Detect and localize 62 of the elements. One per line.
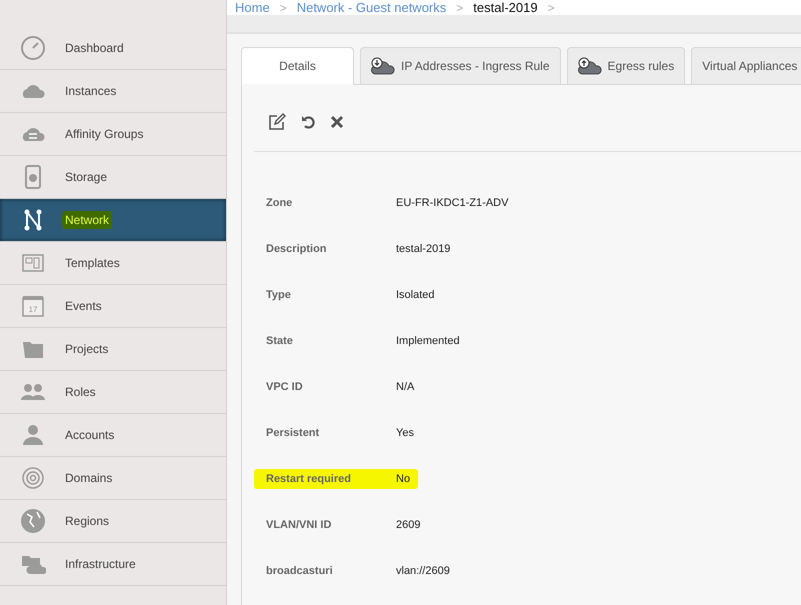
detail-value: No: [396, 473, 410, 485]
detail-label: Description: [266, 243, 328, 255]
sidebar-item-label: Domains: [64, 470, 114, 487]
detail-value: Isolated: [396, 289, 435, 301]
remove-button[interactable]: [330, 115, 344, 129]
sidebar-item[interactable]: Infrastructure: [0, 543, 226, 586]
sidebar-item-label: Templates: [64, 255, 121, 272]
detail-label: Type: [266, 289, 292, 301]
detail-value: testal-2019: [396, 243, 450, 255]
sidebar-item-label: Dashboard: [64, 40, 125, 57]
detail-label: Zone: [266, 197, 294, 209]
edit-icon: [268, 113, 286, 131]
restart-button[interactable]: [300, 114, 316, 130]
sidebar-item-label: Affinity Groups: [64, 126, 144, 143]
detail-label: VPC ID: [266, 381, 304, 393]
sidebar-item-label: Instances: [64, 83, 118, 100]
sidebar-item[interactable]: Affinity Groups: [0, 113, 226, 156]
edit-button[interactable]: [268, 113, 286, 131]
restart-icon: [300, 114, 316, 130]
sidebar-item-label: Projects: [64, 341, 110, 358]
sidebar-item[interactable]: Network: [0, 199, 226, 242]
sidebar-item-label: Roles: [64, 384, 97, 401]
sidebar-item[interactable]: Roles: [0, 371, 226, 414]
cloud-download-icon: [371, 57, 395, 75]
detail-value: Implemented: [396, 335, 460, 347]
detail-value: EU-FR-IKDC1-Z1-ADV: [396, 197, 508, 209]
tab[interactable]: Virtual Appliances: [691, 47, 801, 85]
sidebar-item[interactable]: Instances: [0, 70, 226, 113]
target-icon: [20, 465, 46, 491]
sidebar-item[interactable]: Dashboard: [0, 27, 226, 70]
sidebar-item[interactable]: 17 Events: [0, 285, 226, 328]
sidebar-item-label: Infrastructure: [64, 556, 137, 573]
detail-value: vlan://2609: [396, 565, 450, 577]
detail-label: State: [266, 335, 294, 347]
detail-label: Restart required: [266, 473, 352, 485]
tab[interactable]: Details: [241, 47, 354, 85]
sidebar-item[interactable]: Templates: [0, 242, 226, 285]
detail-value: N/A: [396, 381, 414, 393]
sidebar-item-label: Regions: [64, 513, 110, 530]
tab[interactable]: Egress rules: [566, 47, 686, 85]
globe-icon: [20, 508, 46, 534]
detail-label: broadcasturi: [266, 565, 334, 577]
breadcrumb-separator: >: [280, 0, 287, 14]
tab[interactable]: IP Addresses - Ingress Rule: [360, 47, 561, 85]
sidebar-item-label: Storage: [64, 169, 108, 186]
breadcrumb-separator: >: [548, 0, 555, 14]
breadcrumb-current-page: testal-2019: [473, 0, 538, 15]
sidebar-item[interactable]: Domains: [0, 457, 226, 500]
sidebar-item[interactable]: Projects: [0, 328, 226, 371]
sidebar-item-label: Accounts: [64, 427, 116, 444]
close-icon: [330, 115, 344, 129]
gauge-icon: [20, 35, 46, 61]
breadcrumb-separator: >: [456, 0, 464, 14]
detail-label: VLAN/VNI ID: [266, 519, 332, 531]
detail-value: 2609: [396, 519, 420, 531]
sidebar-item[interactable]: Regions: [0, 500, 226, 543]
detail-value: Yes: [396, 427, 414, 439]
sidebar-item[interactable]: Accounts: [0, 414, 226, 457]
sidebar-item-label: Events: [64, 298, 103, 315]
cloud-upload-icon: [578, 57, 602, 75]
sidebar-item-label: Network: [62, 211, 112, 229]
detail-label: Persistent: [266, 427, 320, 439]
